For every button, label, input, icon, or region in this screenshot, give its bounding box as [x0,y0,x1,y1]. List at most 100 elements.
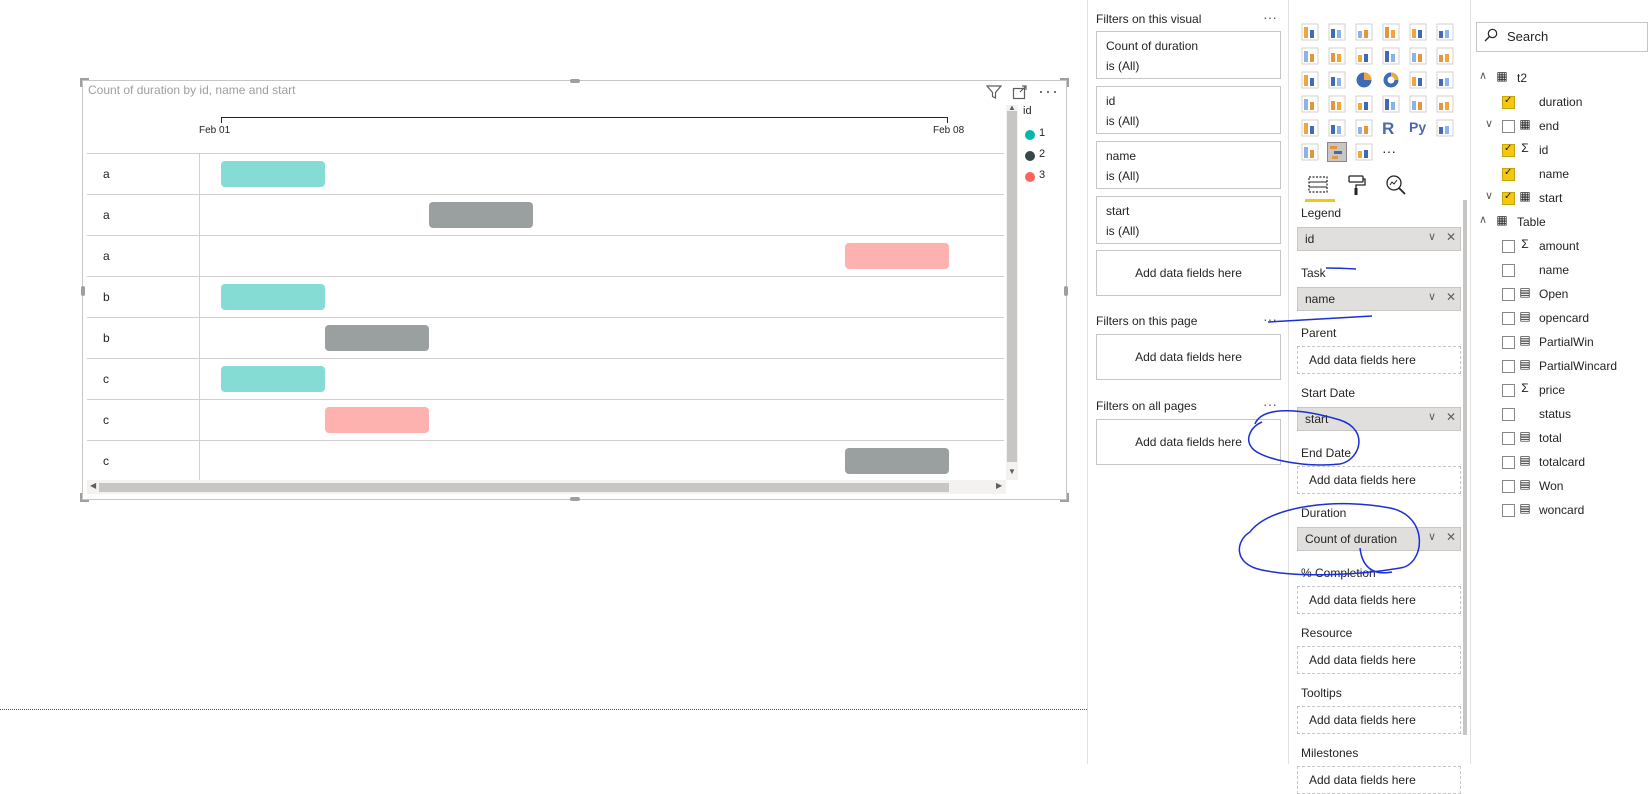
clustered-bar-icon[interactable] [1355,23,1373,41]
focus-mode-icon[interactable] [1012,84,1028,104]
filters-all-add[interactable]: Add data fields here [1096,419,1281,465]
field-item-name[interactable]: name [1471,164,1649,186]
filter-card-name[interactable]: name is (All) [1096,141,1281,189]
chevron-up-icon[interactable]: ∧ [1479,69,1487,82]
chevron-down-icon[interactable]: ∨ [1428,230,1436,243]
filter-card-id[interactable]: id is (All) [1096,86,1281,134]
well-add-end-date[interactable]: Add data fields here [1297,466,1461,494]
report-canvas[interactable]: Count of duration by id, name and start … [0,0,1087,764]
map-icon[interactable] [1436,71,1454,89]
table-node-table[interactable]: ∧ ▦ Table [1471,212,1649,234]
chevron-down-icon[interactable]: ∨ [1428,530,1436,543]
slicer-icon[interactable] [1301,119,1319,137]
filled-map-icon[interactable] [1301,95,1319,113]
format-tab-icon[interactable] [1346,174,1368,196]
treemap-icon[interactable] [1409,71,1427,89]
field-item-partialwin[interactable]: ▤ PartialWin [1471,332,1649,354]
ribbon-icon[interactable] [1436,47,1454,65]
gauge-icon[interactable] [1355,95,1373,113]
filter-card-count-of-duration[interactable]: Count of duration is (All) [1096,31,1281,79]
well-field-legend[interactable]: id ∨ ✕ [1297,227,1461,251]
funnel-icon[interactable] [1328,95,1346,113]
well-add-tooltips[interactable]: Add data fields here [1297,706,1461,734]
arcgis-icon[interactable] [1301,143,1319,161]
legend-item[interactable]: 1 [1023,125,1045,146]
clustered-column-icon[interactable] [1382,23,1400,41]
well-add-completion[interactable]: Add data fields here [1297,586,1461,614]
more-options-icon[interactable]: ··· [1038,81,1059,102]
field-checkbox[interactable] [1502,384,1515,397]
field-checkbox[interactable] [1502,167,1515,181]
field-checkbox[interactable] [1502,360,1515,373]
line-icon[interactable] [1301,47,1319,65]
field-checkbox[interactable] [1502,336,1515,349]
gantt-bar-a-2[interactable] [429,202,533,228]
field-checkbox[interactable] [1502,191,1515,205]
chevron-down-icon[interactable]: ∨ [1428,410,1436,423]
field-checkbox[interactable] [1502,264,1515,277]
field-item-name[interactable]: name [1471,260,1649,282]
field-item-status[interactable]: status [1471,404,1649,426]
field-checkbox[interactable] [1502,504,1515,517]
line-clustered-icon[interactable] [1409,47,1427,65]
donut-icon[interactable] [1382,71,1400,89]
search-placeholder[interactable]: Search [1507,29,1548,44]
filter-card-start[interactable]: start is (All) [1096,196,1281,244]
field-checkbox[interactable] [1502,288,1515,301]
search-box[interactable]: Search [1476,22,1648,52]
gantt-bar-c-1[interactable] [221,366,325,392]
well-field-task[interactable]: name ∨ ✕ [1297,287,1461,311]
close-icon[interactable]: ✕ [1446,410,1456,424]
gantt-bar-b-2[interactable] [325,325,429,351]
well-field-duration[interactable]: Count of duration ∨ ✕ [1297,527,1461,551]
field-item-total[interactable]: ▤ total [1471,428,1649,450]
vertical-scrollbar[interactable]: ▲ ▼ [1006,103,1018,480]
resize-handle-left[interactable] [81,286,85,296]
field-item-partialwincard[interactable]: ▤ PartialWincard [1471,356,1649,378]
field-item-totalcard[interactable]: ▤ totalcard [1471,452,1649,474]
area-icon[interactable] [1328,47,1346,65]
field-item-end[interactable]: ∨ ▦ end [1471,116,1649,138]
field-checkbox[interactable] [1502,432,1515,445]
gantt-bar-c-3[interactable] [325,407,429,433]
waterfall-icon[interactable] [1301,71,1319,89]
kpi-icon[interactable] [1436,95,1454,113]
field-checkbox[interactable] [1502,480,1515,493]
horizontal-scrollbar[interactable]: ◀ ▶ [87,480,1006,494]
card-icon[interactable] [1382,95,1400,113]
100-bar-icon[interactable] [1409,23,1427,41]
well-add-milestones[interactable]: Add data fields here [1297,766,1461,794]
analytics-tab-icon[interactable] [1385,174,1407,196]
scroll-left-icon[interactable]: ◀ [90,481,96,490]
close-icon[interactable]: ✕ [1446,230,1456,244]
field-checkbox[interactable] [1502,143,1515,157]
chevron-down-icon[interactable]: ∨ [1428,290,1436,303]
close-icon[interactable]: ✕ [1446,290,1456,304]
chevron-down-icon[interactable]: ∨ [1485,189,1493,202]
gantt-bar-a-1[interactable] [221,161,325,187]
field-item-won[interactable]: ▤ Won [1471,476,1649,498]
field-item-amount[interactable]: Σamount [1471,236,1649,258]
more-visuals-icon[interactable]: ··· [1382,143,1400,161]
legend-item[interactable]: 2 [1023,146,1045,167]
field-item-opencard[interactable]: ▤ opencard [1471,308,1649,330]
multirow-card-icon[interactable] [1409,95,1427,113]
filters-page-more-icon[interactable]: ··· [1263,311,1277,327]
field-checkbox[interactable] [1502,312,1515,325]
close-icon[interactable]: ✕ [1446,530,1456,544]
line-column-icon[interactable] [1382,47,1400,65]
field-checkbox[interactable] [1502,120,1515,133]
field-item-woncard[interactable]: ▤ woncard [1471,500,1649,522]
field-item-price[interactable]: Σprice [1471,380,1649,402]
gantt-icon[interactable] [1327,142,1347,162]
resize-handle-br[interactable] [1060,493,1069,502]
filter-icon[interactable] [985,84,1003,104]
field-checkbox[interactable] [1502,240,1515,253]
resize-handle-right[interactable] [1064,286,1068,296]
well-add-resource[interactable]: Add data fields here [1297,646,1461,674]
filters-all-more-icon[interactable]: ··· [1263,396,1277,412]
legend-item[interactable]: 3 [1023,167,1045,188]
gantt-bar-c-2[interactable] [845,448,949,474]
field-checkbox[interactable] [1502,456,1515,469]
fields-tab-icon[interactable] [1307,174,1329,196]
